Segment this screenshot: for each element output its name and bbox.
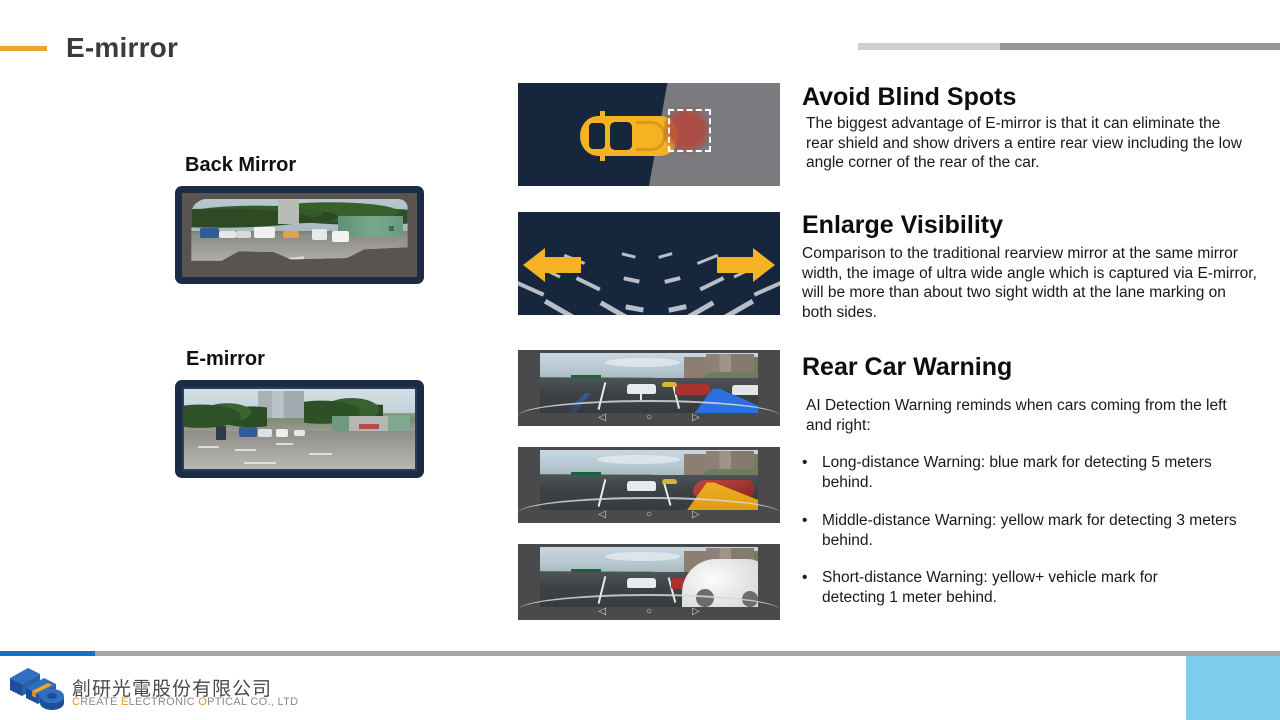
lane-dash	[720, 299, 755, 315]
lane-dash	[543, 299, 578, 315]
arrow-left-icon	[523, 246, 581, 284]
slide-root: E-mirror Back Mirror E-mirror Avoid Blin…	[0, 0, 1280, 720]
feature-title-rear-car-warning: Rear Car Warning	[802, 353, 1013, 381]
back-mirror-label: Back Mirror	[185, 154, 297, 176]
bullet-long-distance: • Long-distance Warning: blue mark for d…	[802, 453, 1262, 492]
back-mirror-photo	[182, 193, 417, 277]
lane-dash	[308, 452, 332, 455]
e-mirror-photo	[184, 389, 415, 469]
camera-ui-buttons[interactable]: ◁ ○ ▷	[518, 508, 780, 521]
bullet-dot: •	[802, 569, 808, 586]
camera-ui-buttons[interactable]: ◁ ○ ▷	[518, 605, 780, 618]
footer-en-reate: REATE	[80, 696, 121, 708]
footer-en-c: C	[72, 696, 81, 708]
vehicle-ahead	[627, 578, 656, 588]
footer-en-e: E	[120, 696, 129, 708]
vehicle-distant	[662, 381, 678, 388]
camera-ui-buttons[interactable]: ◁ ○ ▷	[518, 411, 780, 424]
arrow-right-icon	[717, 246, 775, 284]
buildings	[705, 451, 754, 470]
back-mirror-screen	[182, 193, 417, 277]
lane-dash	[599, 300, 628, 315]
parked-cars-right	[312, 227, 377, 243]
bullet-dot: •	[802, 512, 808, 529]
bullet-text: Short-distance Warning: yellow+ vehicle …	[822, 569, 1158, 606]
rear-camera-short-distance-figure: ◁ ○ ▷	[518, 544, 780, 620]
vehicle-distant	[662, 478, 678, 485]
lane-dash	[623, 276, 640, 284]
lane-dash	[234, 449, 256, 452]
footer-rule-blue	[0, 651, 95, 656]
cyclist	[216, 425, 226, 441]
background-building	[277, 200, 300, 225]
blind-spot-diagram	[518, 83, 780, 186]
lane-dash	[244, 462, 277, 465]
lane-dash	[668, 304, 687, 313]
bullet-text: Middle-distance Warning: yellow mark for…	[822, 512, 1237, 549]
e-mirror-screen	[182, 387, 417, 471]
feature-body-rear-car-warning: AI Detection Warning reminds when cars c…	[806, 397, 1227, 434]
camera-prev-icon[interactable]: ◁	[598, 412, 606, 423]
camera-record-icon[interactable]: ○	[646, 606, 652, 617]
lane-dash	[686, 300, 715, 315]
rear-camera-long-distance-figure: ◁ ○ ▷	[518, 350, 780, 426]
lane-dash	[621, 252, 636, 259]
feature-title-enlarge-visibility: Enlarge Visibility	[802, 211, 1004, 239]
title-accent-bar	[0, 46, 47, 51]
tree-foliage-left	[184, 397, 268, 429]
footer-en-o: O	[198, 696, 208, 708]
parked-cars	[239, 426, 318, 439]
lane-dash	[696, 253, 719, 265]
footer-corner-block	[1186, 656, 1280, 720]
feature-title-avoid-blind-spots: Avoid Blind Spots	[802, 83, 1017, 111]
feature-body-avoid-blind-spots: The biggest advantage of E-mirror is tha…	[806, 115, 1242, 172]
header-bar-light	[858, 43, 1000, 50]
buildings	[705, 354, 754, 373]
camera-next-icon[interactable]: ▷	[692, 606, 700, 617]
lane-dash	[197, 446, 219, 449]
vehicle-right-lane	[675, 384, 711, 395]
bullet-text: Long-distance Warning: blue mark for det…	[822, 454, 1212, 491]
rear-camera-middle-distance-figure: ◁ ○ ▷	[518, 447, 780, 523]
vehicle-far-right	[731, 385, 758, 395]
lane-dash	[276, 443, 293, 445]
camera-next-icon[interactable]: ▷	[692, 412, 700, 423]
footer-en-ptical: PTICAL CO., LTD	[207, 696, 299, 708]
lane-arrows-diagram	[518, 212, 780, 315]
bullet-short-distance: • Short-distance Warning: yellow+ vehicl…	[802, 568, 1214, 607]
back-mirror-frame	[175, 186, 424, 284]
lane-dash	[625, 304, 644, 313]
bullet-dot: •	[802, 454, 808, 471]
camera-record-icon[interactable]: ○	[646, 509, 652, 520]
footer-rule-gray	[95, 651, 1280, 656]
footer-company-name-en: CREATE ELECTRONIC OPTICAL CO., LTD	[72, 696, 298, 708]
vehicle-ahead	[627, 481, 656, 491]
footer-en-lectronic: LECTRONIC	[128, 696, 199, 708]
bullet-middle-distance: • Middle-distance Warning: yellow mark f…	[802, 511, 1252, 550]
lane-dash	[658, 252, 673, 259]
feature-body-enlarge-visibility: Comparison to the traditional rearview m…	[802, 245, 1257, 321]
e-mirror-label: E-mirror	[186, 348, 265, 370]
page-title: E-mirror	[66, 32, 179, 63]
e-mirror-frame	[175, 380, 424, 478]
company-logo-icon	[6, 662, 68, 716]
lane-marking	[251, 256, 304, 261]
blind-spot-marker	[668, 109, 711, 152]
camera-next-icon[interactable]: ▷	[692, 509, 700, 520]
camera-prev-icon[interactable]: ◁	[598, 509, 606, 520]
camera-record-icon[interactable]: ○	[646, 412, 652, 423]
lane-dash	[664, 276, 681, 284]
vehicle-ahead	[627, 384, 656, 394]
header-bar-dark	[1000, 43, 1280, 50]
camera-prev-icon[interactable]: ◁	[598, 606, 606, 617]
